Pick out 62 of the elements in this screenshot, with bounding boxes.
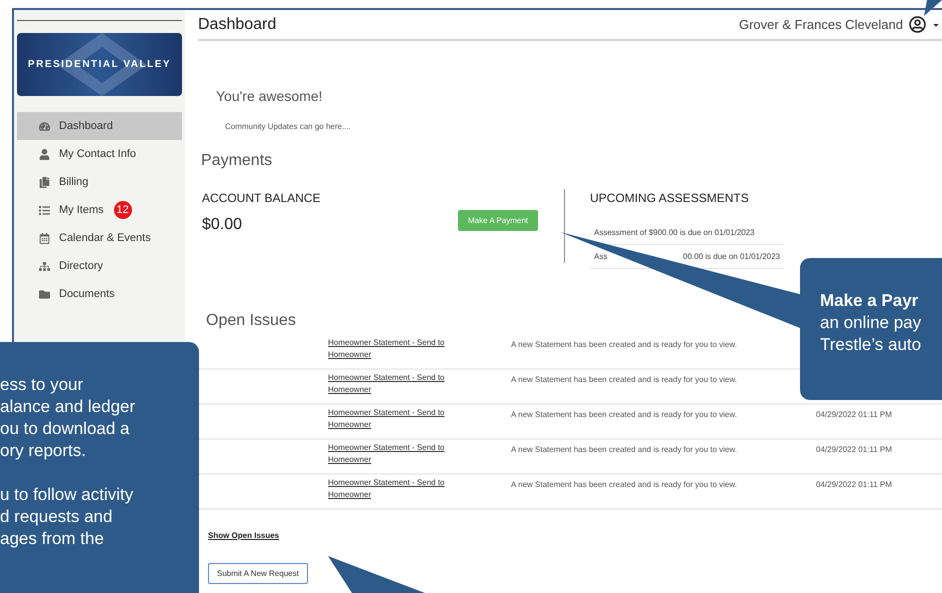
hierarchy-icon <box>39 260 50 272</box>
sidebar-item[interactable]: Directory <box>17 252 182 280</box>
sidebar-item-label: Calendar & Events <box>59 230 151 246</box>
sidebar-item[interactable]: My Contact Info <box>17 140 182 168</box>
page-title: Dashboard <box>198 14 276 34</box>
sidebar-item[interactable]: Billing <box>17 168 182 196</box>
callout-pointer <box>924 0 942 16</box>
list-icon <box>39 204 50 216</box>
logo-text: PRESIDENTIAL VALLEY <box>28 58 172 72</box>
callout-text: u to follow activity <box>0 484 134 506</box>
show-open-issues-link[interactable]: Show Open Issues <box>208 530 280 542</box>
callout-text: ou to download a <box>0 418 130 440</box>
issue-link[interactable]: Homeowner Statement - Send to Homeowner <box>328 337 468 361</box>
issue-message: A new Statement has been created and is ready for you to view. <box>511 444 738 456</box>
assessment-text: Assessment of $900.00 is due on 01/01/2023 <box>594 226 755 238</box>
sidebar-item[interactable]: Dashboard <box>17 112 182 140</box>
sidebar-item-label: Directory <box>59 258 104 274</box>
notification-count: 12 <box>114 201 132 219</box>
welcome-text: Community Updates can go here.... <box>225 121 351 133</box>
callout-text: ess to your <box>0 374 84 396</box>
issue-message: A new Statement has been created and is ready for you to view. <box>511 409 738 421</box>
documents-icon <box>39 176 50 188</box>
callout-text: d requests and <box>0 506 112 528</box>
gauge-icon <box>39 120 50 132</box>
sidebar-item-label: My Items <box>59 202 104 218</box>
calendar-icon <box>39 232 50 244</box>
issue-link[interactable]: Homeowner Statement - Send to Homeowner <box>328 407 468 431</box>
balance-label: ACCOUNT BALANCE <box>202 190 320 207</box>
issue-link[interactable]: Homeowner Statement - Send to Homeowner <box>328 442 468 466</box>
callout-text: Make a Payr <box>820 290 918 312</box>
callout-text: ages from the <box>0 528 104 550</box>
issue-date: 04/29/2022 01:11 PM <box>816 444 892 456</box>
user-name: Grover & Frances Cleveland <box>738 16 903 34</box>
sidebar-item[interactable]: Documents <box>17 280 182 308</box>
issue-date: 04/29/2022 01:11 PM <box>816 409 892 421</box>
sidebar-item-label: Billing <box>59 174 88 190</box>
folder-icon <box>39 288 50 300</box>
section-title: Open Issues <box>206 311 296 331</box>
issue-message: A new Statement has been created and is ready for you to view. <box>511 479 738 491</box>
submit-request-button[interactable]: Submit A New Request <box>208 563 308 584</box>
assessments-title: UPCOMING ASSESSMENTS <box>590 190 750 207</box>
issue-message: A new Statement has been created and is ready for you to view. <box>511 339 738 351</box>
issue-link[interactable]: Homeowner Statement - Send to Homeowner <box>328 477 468 501</box>
section-title: Payments <box>201 151 272 171</box>
sidebar-item-label: Documents <box>59 286 115 302</box>
user-avatar-icon[interactable] <box>909 16 926 33</box>
assessment-text: 00.00 is due on 01/01/2023 <box>683 250 780 262</box>
issue-date: 04/29/2022 01:11 PM <box>816 479 892 491</box>
callout-text: alance and ledger <box>0 396 136 418</box>
callout-text: an online pay <box>820 312 922 334</box>
sidebar-item[interactable]: Calendar & Events <box>17 224 182 252</box>
sidebar-item[interactable]: My Items 12 <box>17 196 182 224</box>
assessment-text: Ass <box>594 250 608 262</box>
issue-link[interactable]: Homeowner Statement - Send to Homeowner <box>328 372 468 396</box>
callout-text: ory reports. <box>0 440 86 462</box>
sidebar-item-label: My Contact Info <box>59 146 136 162</box>
callout-text: Trestle’s auto <box>820 334 922 356</box>
welcome-title: You're awesome! <box>216 87 322 106</box>
issue-message: A new Statement has been created and is ready for you to view. <box>511 374 738 386</box>
person-icon <box>39 148 50 160</box>
sidebar-item-label: Dashboard <box>59 118 113 134</box>
balance-amount: $0.00 <box>202 215 244 235</box>
